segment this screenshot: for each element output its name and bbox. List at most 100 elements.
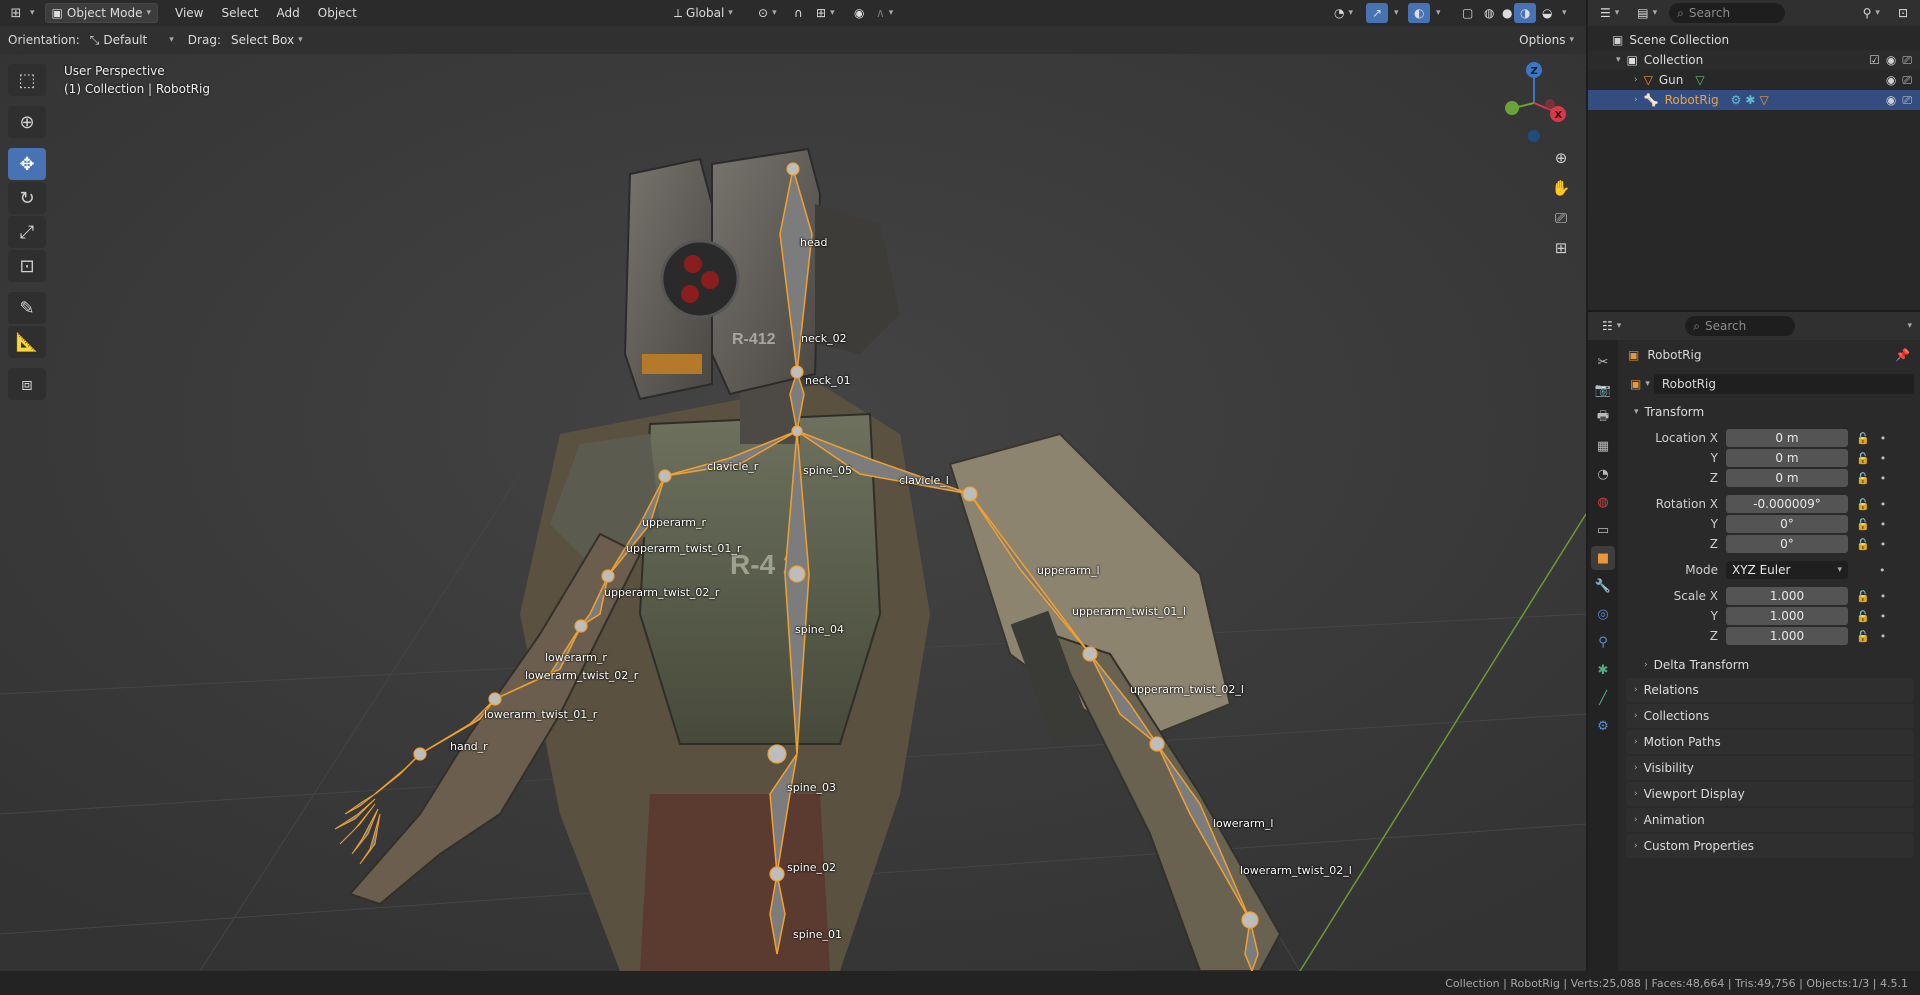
tab-physics[interactable]: ◎ (1591, 602, 1615, 626)
location-z-field[interactable]: 0 m (1726, 469, 1848, 487)
display-mode-dropdown[interactable]: ▤ ▾ (1631, 3, 1663, 23)
lock-icon[interactable]: 🔓 (1856, 610, 1870, 623)
robotrig-expand-icon[interactable]: › (1634, 95, 1638, 105)
lock-icon[interactable]: 🔓 (1856, 472, 1870, 485)
proportional-edit-toggle[interactable]: ◉ (848, 3, 870, 23)
annotate-tool[interactable]: ✎ (8, 292, 46, 324)
lock-icon[interactable]: 🔓 (1856, 590, 1870, 603)
keyframe-dot-icon[interactable]: • (1880, 630, 1887, 643)
falloff-dropdown[interactable]: ∧ ▾ (870, 3, 899, 23)
rotate-tool[interactable]: ↻ (8, 182, 46, 214)
keyframe-dot-icon[interactable]: • (1879, 564, 1886, 577)
tab-world[interactable]: ◍ (1591, 490, 1615, 514)
location-x-field[interactable]: 0 m (1726, 429, 1848, 447)
keyframe-dot-icon[interactable]: • (1880, 518, 1887, 531)
ortho-toggle-button[interactable]: ⊞ (1547, 234, 1575, 262)
menu-add[interactable]: Add (268, 6, 309, 20)
options-dropdown[interactable]: Options ▾ (1513, 30, 1580, 50)
rotation-y-field[interactable]: 0° (1726, 515, 1848, 533)
transform-orientation-dropdown[interactable]: ⟂ Global ▾ (668, 3, 739, 23)
rotation-z-field[interactable]: 0° (1726, 535, 1848, 553)
tab-armature-data[interactable]: ✱ (1591, 658, 1615, 682)
scale-y-field[interactable]: 1.000 (1726, 607, 1848, 625)
outliner-row-collection[interactable]: ▾ ▣ Collection ☑ ◉ ⎚ (1588, 50, 1920, 70)
outliner-search[interactable]: ⌕ Search (1669, 3, 1786, 23)
gizmo-neg-x[interactable] (1545, 99, 1555, 109)
gizmo-y-axis[interactable] (1505, 101, 1519, 115)
eye-icon[interactable]: ◉ (1886, 73, 1896, 88)
editor-type-button[interactable]: ⊞ ▾ (0, 3, 41, 23)
3d-viewport[interactable]: R-4 2 R-412 head neck_02 neck_01 spine_0… (0, 0, 1586, 971)
new-collection-button[interactable]: ⊡ (1892, 3, 1914, 23)
panel-visibility[interactable]: › Visibility (1626, 756, 1914, 780)
move-tool[interactable]: ✥ (8, 148, 46, 180)
eye-icon[interactable]: ◉ (1886, 53, 1896, 68)
camera-render-icon[interactable]: ⎚ (1902, 73, 1912, 88)
scene-canvas[interactable]: R-4 2 R-412 (0, 54, 1586, 971)
tab-constraints[interactable]: ⚲ (1591, 630, 1615, 654)
panel-collections[interactable]: › Collections (1626, 704, 1914, 728)
shading-material[interactable]: ◑ (1514, 3, 1537, 23)
add-cube-tool[interactable]: ⧈ (8, 368, 46, 400)
collection-expand-icon[interactable]: ▾ (1616, 55, 1621, 65)
visibility-dropdown[interactable]: ◔ ▾ (1328, 3, 1359, 23)
outliner-row-robotrig[interactable]: › 🦴 RobotRig ⚙ ✱ ▽ ◉ ⎚ (1588, 90, 1920, 110)
lock-icon[interactable]: 🔓 (1856, 518, 1870, 531)
rotation-x-field[interactable]: -0.000009° (1726, 495, 1848, 513)
menu-object[interactable]: Object (309, 6, 366, 20)
scale-tool[interactable]: ⤢ (8, 216, 46, 248)
outliner-editor-type[interactable]: ☰ ▾ (1594, 3, 1625, 23)
keyframe-dot-icon[interactable]: • (1880, 610, 1887, 623)
overlays-dropdown[interactable]: ▾ (1430, 3, 1447, 23)
orientation-dropdown[interactable]: ⤡ Default ▾ (84, 30, 180, 50)
tab-modifiers[interactable]: 🔧 (1591, 574, 1615, 598)
lock-icon[interactable]: 🔓 (1856, 452, 1870, 465)
camera-render-icon[interactable]: ⎚ (1902, 93, 1912, 108)
properties-search[interactable]: ⌕ Search (1685, 316, 1796, 336)
panel-viewport-display[interactable]: › Viewport Display (1626, 782, 1914, 806)
transform-tool[interactable]: ⊡ (8, 250, 46, 282)
drag-dropdown[interactable]: Select Box ▾ (225, 30, 309, 50)
lock-icon[interactable]: 🔓 (1856, 498, 1870, 511)
scale-x-field[interactable]: 1.000 (1726, 587, 1848, 605)
camera-render-icon[interactable]: ⎚ (1902, 53, 1912, 68)
measure-tool[interactable]: 📐 (8, 326, 46, 358)
properties-options-icon[interactable]: ▾ (1907, 321, 1912, 331)
keyframe-dot-icon[interactable]: • (1880, 498, 1887, 511)
keyframe-dot-icon[interactable]: • (1880, 472, 1887, 485)
eye-icon[interactable]: ◉ (1886, 93, 1896, 108)
keyframe-dot-icon[interactable]: • (1880, 590, 1887, 603)
tab-view-layer[interactable]: ▦ (1591, 434, 1615, 458)
panel-animation[interactable]: › Animation (1626, 808, 1914, 832)
tab-output[interactable]: 🖶 (1591, 406, 1615, 430)
keyframe-dot-icon[interactable]: • (1880, 538, 1887, 551)
scale-z-field[interactable]: 1.000 (1726, 627, 1848, 645)
object-datablock-dropdown[interactable]: ▣ ▾ (1626, 374, 1654, 394)
delta-transform-subpanel[interactable]: › Delta Transform (1622, 654, 1918, 676)
snap-target-dropdown[interactable]: ⊞ ▾ (810, 3, 841, 23)
overlays-toggle[interactable]: ◐ (1408, 3, 1431, 23)
tab-object[interactable]: ■ (1591, 546, 1615, 570)
filter-dropdown[interactable]: ⚲ ▾ (1857, 3, 1886, 23)
menu-view[interactable]: View (166, 6, 212, 20)
panel-custom-properties[interactable]: › Custom Properties (1626, 834, 1914, 858)
object-name-field[interactable]: RobotRig (1653, 374, 1914, 394)
navigation-gizmo[interactable]: Z X (1494, 58, 1584, 148)
panel-relations[interactable]: › Relations (1626, 678, 1914, 702)
menu-select[interactable]: Select (212, 6, 267, 20)
mode-dropdown[interactable]: ▣ Object Mode ▾ (44, 3, 158, 23)
tab-bone-constraints[interactable]: ⚙ (1591, 714, 1615, 738)
gun-expand-icon[interactable]: › (1634, 75, 1638, 85)
lock-icon[interactable]: 🔓 (1856, 432, 1870, 445)
shading-dropdown[interactable]: ▾ (1556, 3, 1573, 23)
zoom-button[interactable]: ⊕ (1547, 144, 1575, 172)
cursor-tool[interactable]: ⊕ (8, 106, 46, 138)
pivot-point-dropdown[interactable]: ⊙ ▾ (752, 3, 783, 23)
tab-scene[interactable]: ◔ (1591, 462, 1615, 486)
gizmo-neg-z[interactable] (1528, 130, 1540, 142)
outliner-row-scene-collection[interactable]: ▣ Scene Collection (1588, 30, 1920, 50)
tab-tool[interactable]: ✂ (1591, 350, 1615, 374)
collection-checkbox[interactable]: ☑ (1869, 53, 1880, 68)
pan-button[interactable]: ✋ (1547, 174, 1575, 202)
gizmo-dropdown[interactable]: ▾ (1388, 3, 1405, 23)
